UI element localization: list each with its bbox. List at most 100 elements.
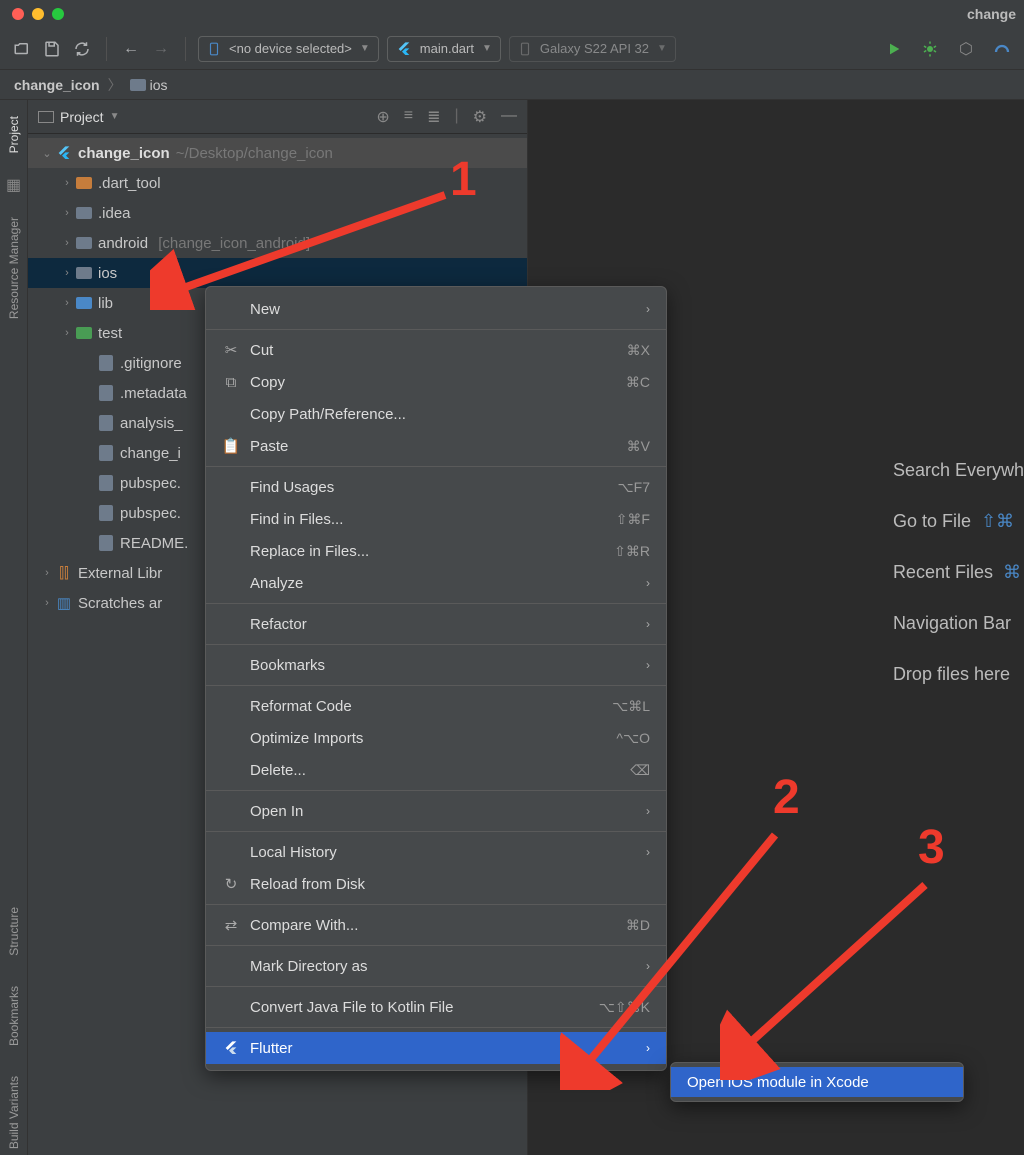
run-config-selector[interactable]: main.dart ▼ (387, 36, 501, 62)
resource-manager-tab[interactable]: Resource Manager (5, 211, 23, 325)
menu-item-shortcut: ^⌥O (616, 730, 650, 747)
expand-arrow-icon[interactable]: › (60, 237, 74, 249)
panel-title[interactable]: Project (60, 109, 104, 125)
forward-icon[interactable]: → (149, 37, 173, 61)
menu-item[interactable]: 📋Paste⌘V (206, 430, 666, 462)
menu-item[interactable]: Copy Path/Reference... (206, 398, 666, 430)
menu-item[interactable]: ↻Reload from Disk (206, 868, 666, 900)
menu-item[interactable]: Convert Java File to Kotlin File⌥⇧⌘K (206, 991, 666, 1023)
menu-item-label: Delete... (250, 762, 620, 779)
menu-separator (206, 831, 666, 832)
tree-item-label: android (98, 235, 148, 252)
hint-text: Search Everywh (893, 460, 1024, 481)
chevron-right-icon: › (646, 804, 650, 818)
menu-item-shortcut: ⌘C (626, 374, 650, 391)
tree-item-label: lib (98, 295, 113, 312)
maximize-window-button[interactable] (52, 8, 64, 20)
hide-panel-icon[interactable]: — (501, 107, 517, 127)
emulator-selector[interactable]: Galaxy S22 API 32 ▼ (509, 36, 676, 62)
back-icon[interactable]: ← (119, 37, 143, 61)
hint-text: Go to File (893, 511, 971, 532)
menu-item-label: Cut (250, 342, 617, 359)
menu-item[interactable]: ⧉Copy⌘C (206, 366, 666, 398)
sync-icon[interactable] (70, 37, 94, 61)
menu-item-label: Find in Files... (250, 511, 606, 528)
menu-item-label: Local History (250, 844, 636, 861)
expand-arrow-icon[interactable]: › (40, 567, 54, 579)
save-icon[interactable] (40, 37, 64, 61)
menu-item[interactable]: Delete...⌫ (206, 754, 666, 786)
chevron-down-icon: ▼ (360, 43, 370, 54)
tree-item-label: pubspec. (120, 475, 181, 492)
collapse-all-icon[interactable]: ≣ (427, 107, 440, 127)
select-opened-icon[interactable]: ⊕ (376, 107, 389, 127)
editor-hint: Recent Files⌘ (893, 562, 1024, 583)
editor-hint: Go to File⇧⌘ (893, 511, 1024, 532)
menu-item[interactable]: Reformat Code⌥⌘L (206, 690, 666, 722)
chevron-down-icon: ▼ (482, 43, 492, 54)
run-config-label: main.dart (420, 41, 474, 56)
menu-item[interactable]: Flutter› (206, 1032, 666, 1064)
open-ios-xcode-menu-item[interactable]: Open iOS module in Xcode (671, 1067, 963, 1097)
expand-arrow-icon[interactable]: › (60, 207, 74, 219)
expand-arrow-icon[interactable]: › (60, 327, 74, 339)
window-controls (12, 8, 64, 20)
expand-all-icon[interactable]: ≡ (404, 107, 413, 127)
debug-icon[interactable] (918, 37, 942, 61)
open-icon[interactable] (10, 37, 34, 61)
annotation-1: 1 (450, 152, 477, 207)
menu-item[interactable]: ✂Cut⌘X (206, 334, 666, 366)
folder-icon (74, 327, 94, 339)
folder-icon (74, 237, 94, 249)
menu-separator (206, 904, 666, 905)
menu-item-shortcut: ⌥F7 (618, 479, 650, 496)
file-icon (96, 475, 116, 491)
menu-item[interactable]: Bookmarks› (206, 649, 666, 681)
editor-empty-state: Search EverywhGo to File⇧⌘Recent Files⌘N… (893, 460, 1024, 685)
structure-tab[interactable]: Structure (5, 901, 23, 962)
menu-item[interactable]: Mark Directory as› (206, 950, 666, 982)
chevron-right-icon: › (646, 658, 650, 672)
run-icon[interactable] (882, 37, 906, 61)
tree-item[interactable]: ›ios (28, 258, 527, 288)
expand-arrow-icon[interactable]: › (60, 267, 74, 279)
menu-item[interactable]: Find in Files...⇧⌘F (206, 503, 666, 535)
menu-item-shortcut: ⌘X (627, 342, 650, 359)
menu-item[interactable]: Open In› (206, 795, 666, 827)
breadcrumb-root[interactable]: change_icon (14, 77, 100, 93)
menu-item[interactable]: Optimize Imports^⌥O (206, 722, 666, 754)
profiler-icon[interactable] (990, 37, 1014, 61)
tree-label: External Libr (78, 565, 162, 582)
menu-item[interactable]: ⇄Compare With...⌘D (206, 909, 666, 941)
project-tool-tab[interactable]: Project (5, 110, 23, 159)
menu-item[interactable]: Local History › (206, 836, 666, 868)
bookmarks-tab[interactable]: Bookmarks (5, 980, 23, 1052)
folder-icon (74, 207, 94, 219)
tree-item[interactable]: ›android [change_icon_android] (28, 228, 527, 258)
hint-text: Recent Files (893, 562, 993, 583)
close-window-button[interactable] (12, 8, 24, 20)
chevron-down-icon[interactable]: ▼ (110, 111, 120, 122)
gear-icon[interactable]: ⚙ (473, 107, 487, 127)
menu-item-shortcut: ⇧⌘R (614, 543, 650, 560)
breadcrumb-child[interactable]: ios (150, 77, 168, 93)
device-selector[interactable]: <no device selected> ▼ (198, 36, 379, 62)
menu-item-label: Reformat Code (250, 698, 602, 715)
menu-item[interactable]: Replace in Files...⇧⌘R (206, 535, 666, 567)
menu-item[interactable]: Refactor› (206, 608, 666, 640)
minimize-window-button[interactable] (32, 8, 44, 20)
menu-item-label: Paste (250, 438, 617, 455)
build-variants-tab[interactable]: Build Variants (5, 1070, 23, 1155)
expand-arrow-icon[interactable]: › (60, 297, 74, 309)
menu-item[interactable]: New› (206, 293, 666, 325)
chevron-right-icon: › (646, 845, 650, 859)
menu-item[interactable]: Analyze› (206, 567, 666, 599)
toolbar-separator (185, 37, 186, 61)
menu-item-label: Find Usages (250, 479, 608, 496)
expand-arrow-icon[interactable]: › (40, 597, 54, 609)
project-panel-header: Project ▼ ⊕ ≡ ≣ | ⚙ — (28, 100, 527, 134)
expand-arrow-icon[interactable]: ⌄ (40, 147, 54, 160)
menu-item[interactable]: Find Usages ⌥F7 (206, 471, 666, 503)
expand-arrow-icon[interactable]: › (60, 177, 74, 189)
coverage-icon[interactable]: ⬡ (954, 37, 978, 61)
